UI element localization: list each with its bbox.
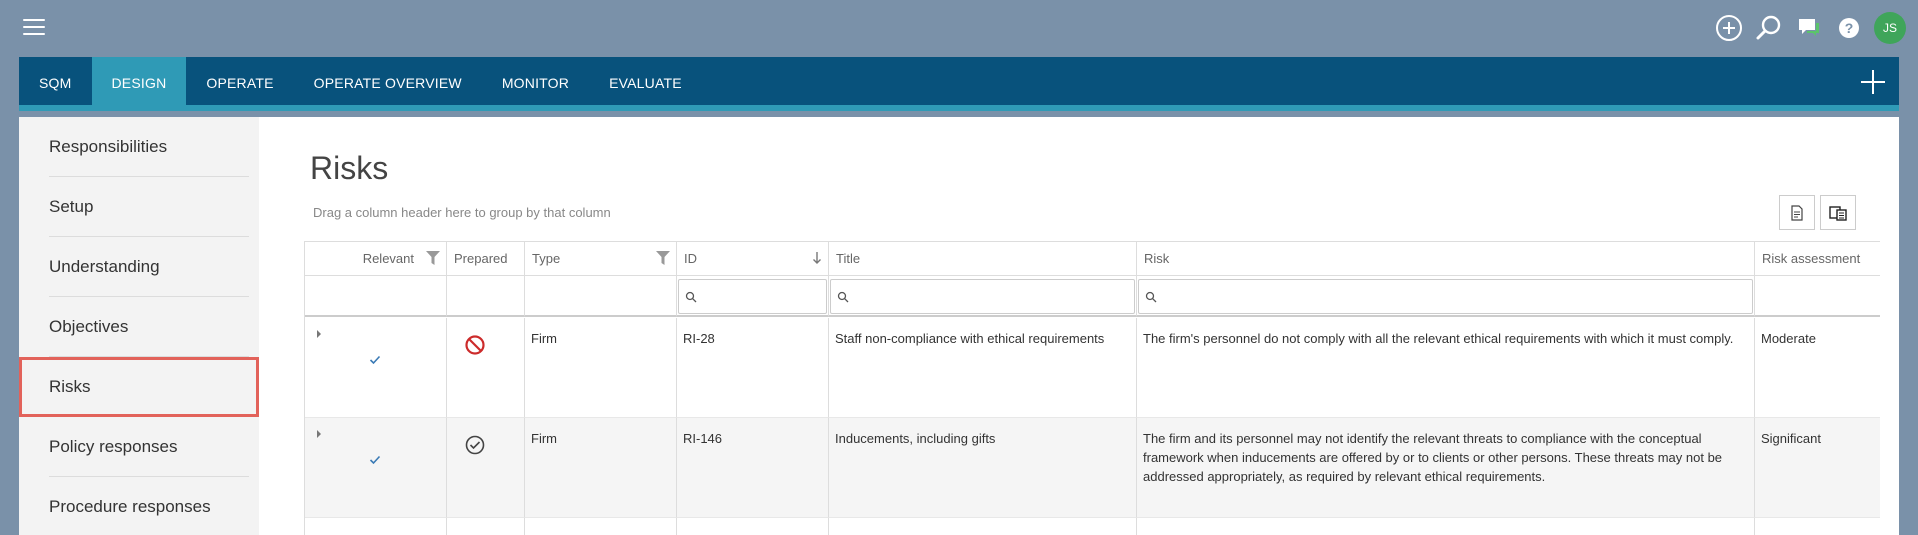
filter-cell (1137, 276, 1755, 317)
table-row-expander (305, 418, 447, 518)
type-cell: Firm (525, 418, 677, 518)
content-area: Responsibilities Setup Understanding Obj… (19, 117, 1899, 535)
filter-cell (447, 276, 525, 317)
id-cell: RI-146 (677, 418, 829, 518)
risk-cell: The firm's personnel do not comply with … (1137, 318, 1755, 418)
tab-operate[interactable]: OPERATE (186, 57, 293, 111)
table-row-partial (677, 518, 829, 535)
filter-cell (305, 276, 447, 317)
top-actions: ? JS (1714, 12, 1906, 44)
column-chooser-button[interactable] (1820, 195, 1856, 230)
search-icon[interactable] (1754, 13, 1784, 43)
risk-cell: The firm and its personnel may not ident… (1137, 418, 1755, 518)
col-label: ID (684, 251, 697, 266)
sidebar-item-objectives[interactable]: Objectives (19, 297, 259, 357)
filter-icon[interactable] (656, 251, 670, 265)
not-prepared-icon[interactable] (464, 334, 486, 356)
help-icon[interactable]: ? (1834, 13, 1864, 43)
col-header-risk[interactable]: Risk (1137, 242, 1755, 276)
col-header-type[interactable]: Type (525, 242, 677, 276)
sort-descending-icon (813, 252, 821, 264)
filter-icon[interactable] (426, 251, 440, 265)
nav-tabs: SQM DESIGN OPERATE OPERATE OVERVIEW MONI… (19, 57, 1899, 111)
type-cell: Firm (525, 318, 677, 418)
col-label: Relevant (362, 251, 414, 266)
add-tab-icon[interactable] (1860, 69, 1886, 95)
relevant-check-icon[interactable] (369, 355, 381, 365)
tab-design[interactable]: DESIGN (91, 57, 187, 111)
prepared-check-icon[interactable] (464, 434, 486, 456)
col-header-id[interactable]: ID (677, 242, 829, 276)
risks-grid: Relevant Prepared Type ID Title Risk Ris… (304, 241, 1880, 535)
page-title: Risks (310, 150, 389, 186)
chat-icon[interactable] (1794, 13, 1824, 43)
sidebar-item-setup[interactable]: Setup (19, 177, 259, 237)
top-bar: ? JS (0, 0, 1918, 56)
expand-arrow-icon[interactable] (315, 330, 323, 338)
export-icon (1791, 204, 1803, 221)
col-header-risk-assessment[interactable]: Risk assessment (1755, 242, 1880, 276)
main-panel: Risks Drag a column header here to group… (259, 117, 1899, 535)
filter-cell (1755, 276, 1880, 317)
sidebar-item-responsibilities[interactable]: Responsibilities (19, 117, 259, 177)
table-row-partial (447, 518, 525, 535)
table-row-partial (1137, 518, 1755, 535)
column-chooser-icon (1829, 205, 1847, 221)
tab-monitor[interactable]: MONITOR (482, 57, 589, 111)
svg-text:?: ? (1845, 20, 1854, 36)
sidebar-item-policy-responses[interactable]: Policy responses (19, 417, 259, 477)
prepared-cell (447, 318, 525, 418)
add-circle-icon[interactable] (1714, 13, 1744, 43)
search-icon (685, 291, 697, 303)
title-cell: Inducements, including gifts (829, 418, 1137, 518)
sidebar-item-procedure-responses[interactable]: Procedure responses (19, 477, 259, 535)
filter-cell (525, 276, 677, 317)
tab-sqm[interactable]: SQM (19, 57, 92, 111)
main-nav: SQM DESIGN OPERATE OPERATE OVERVIEW MONI… (19, 57, 1899, 111)
sidebar-item-risks[interactable]: Risks (19, 357, 259, 417)
filter-cell (829, 276, 1137, 317)
relevant-check-icon[interactable] (369, 455, 381, 465)
filter-cell (677, 276, 829, 317)
prepared-cell (447, 418, 525, 518)
menu-icon[interactable] (23, 19, 45, 35)
title-cell: Staff non-compliance with ethical requir… (829, 318, 1137, 418)
group-by-hint[interactable]: Drag a column header here to group by th… (313, 205, 611, 220)
risk-search-input[interactable] (1138, 279, 1753, 314)
search-icon (1145, 291, 1157, 303)
tab-evaluate[interactable]: EVALUATE (589, 57, 702, 111)
col-label: Type (532, 251, 561, 266)
table-row-partial (525, 518, 677, 535)
col-header-relevant[interactable]: Relevant (305, 242, 447, 276)
sidebar-item-understanding[interactable]: Understanding (19, 237, 259, 297)
col-header-title[interactable]: Title (829, 242, 1137, 276)
id-search-input[interactable] (678, 279, 827, 314)
title-search-input[interactable] (830, 279, 1135, 314)
search-icon (837, 291, 849, 303)
id-cell: RI-28 (677, 318, 829, 418)
assessment-cell: Moderate (1755, 318, 1880, 418)
tab-operate-overview[interactable]: OPERATE OVERVIEW (294, 57, 482, 111)
table-row-expander (305, 318, 447, 418)
table-row-partial (305, 518, 447, 535)
table-row-partial (829, 518, 1137, 535)
user-avatar[interactable]: JS (1874, 12, 1906, 44)
sidebar: Responsibilities Setup Understanding Obj… (19, 117, 259, 535)
assessment-cell: Significant (1755, 418, 1880, 518)
col-header-prepared[interactable]: Prepared (447, 242, 525, 276)
expand-arrow-icon[interactable] (315, 430, 323, 438)
export-excel-button[interactable] (1779, 195, 1815, 230)
